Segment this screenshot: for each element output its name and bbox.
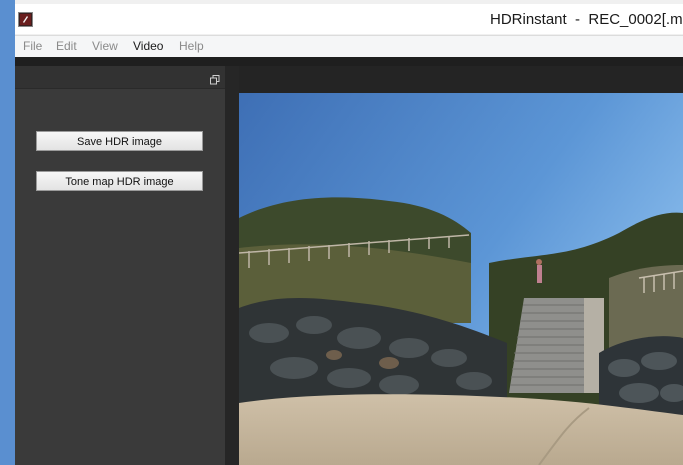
panel-splitter[interactable] [225,66,239,465]
menu-edit[interactable]: Edit [56,39,77,53]
app-icon[interactable] [18,12,33,27]
tone-map-button[interactable]: Tone map HDR image [36,171,203,191]
control-panel: Save HDR image Tone map HDR image [15,66,225,465]
menu-file[interactable]: File [23,39,42,53]
menu-video[interactable]: Video [133,39,163,53]
dock-float-icon[interactable] [210,72,220,85]
window-title: HDRinstant - REC_0002[.mov [490,11,683,28]
hdr-preview-image [239,93,683,465]
title-bar[interactable]: HDRinstant - REC_0002[.mov [15,4,683,34]
image-viewer [239,66,683,465]
menu-view[interactable]: View [92,39,118,53]
menu-bar: File Edit View Video Help [15,35,683,57]
menu-help[interactable]: Help [179,39,204,53]
toolbar-strip [15,57,683,66]
panel-header [15,66,225,89]
save-hdr-button[interactable]: Save HDR image [36,131,203,151]
app-window: HDRinstant - REC_0002[.mov File Edit Vie… [15,0,683,465]
